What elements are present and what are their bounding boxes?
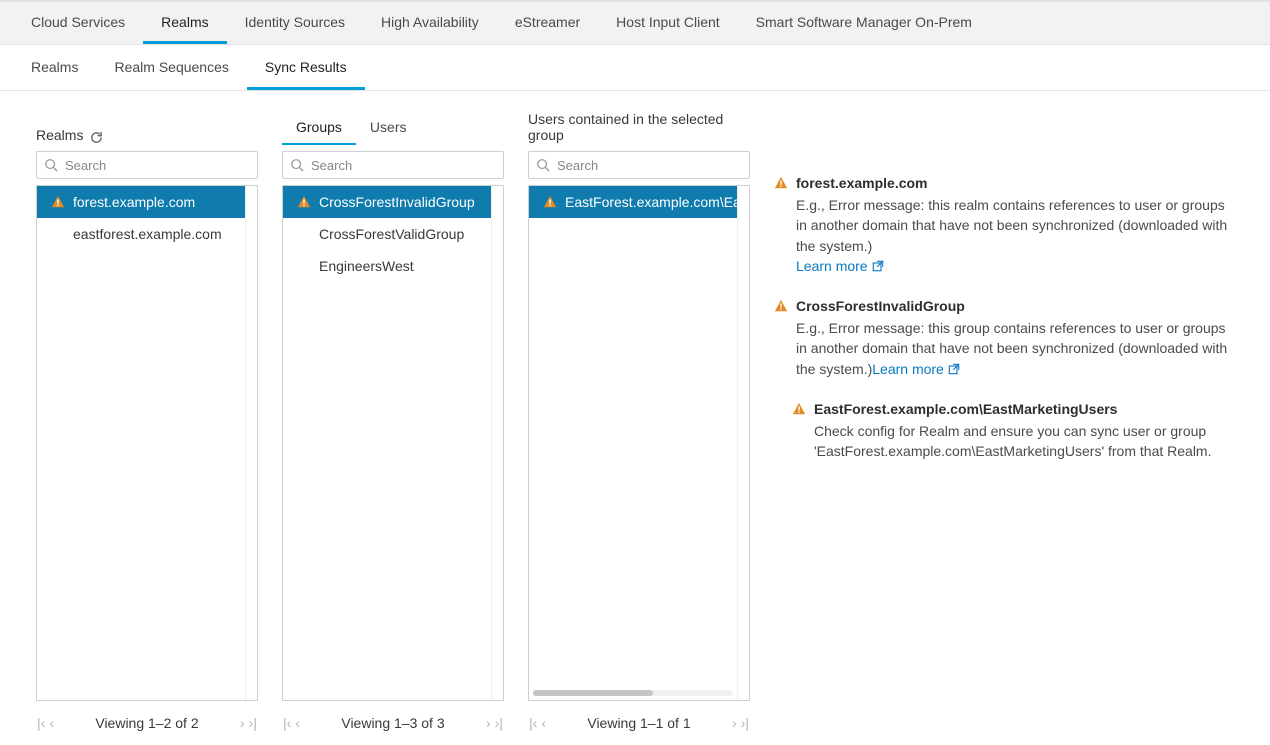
list-item[interactable]: CrossForestInvalidGroup: [283, 186, 491, 218]
warning-icon: [774, 176, 788, 190]
realms-list: forest.example.com eastforest.example.com: [36, 185, 258, 701]
top-tab-identity-sources[interactable]: Identity Sources: [227, 2, 363, 44]
realms-header-label: Realms: [36, 127, 83, 145]
warning-icon: [792, 402, 806, 416]
detail-block: forest.example.com E.g., Error message: t…: [774, 175, 1238, 276]
pager-first-prev[interactable]: |‹‹: [36, 715, 55, 731]
pager-first-prev[interactable]: |‹‹: [528, 715, 547, 731]
detail-block: EastForest.example.com\EastMarketingUser…: [792, 401, 1238, 462]
warning-icon: [51, 195, 65, 209]
learn-more-link[interactable]: Learn more: [872, 359, 960, 379]
sub-tab-realms[interactable]: Realms: [13, 45, 96, 90]
realms-column: Realms forest.example.com eastforest.exam…: [36, 119, 258, 735]
list-item[interactable]: EastForest.example.com\EastMarketingUser…: [529, 186, 737, 218]
detail-title: forest.example.com: [774, 175, 1238, 191]
warning-icon: [297, 195, 311, 209]
users-search-wrap: [528, 151, 750, 179]
pager-next-last[interactable]: ››|: [731, 715, 750, 731]
horizontal-scrollbar[interactable]: [533, 690, 733, 696]
main-content: Realms forest.example.com eastforest.exam…: [0, 91, 1270, 745]
detail-title-text: forest.example.com: [796, 175, 928, 191]
scrollbar[interactable]: [245, 186, 257, 700]
detail-message: E.g., Error message: this group contains…: [796, 318, 1238, 379]
pager-next-last[interactable]: ››|: [239, 715, 258, 731]
detail-title-text: CrossForestInvalidGroup: [796, 298, 965, 314]
detail-block: CrossForestInvalidGroup E.g., Error messa…: [774, 298, 1238, 379]
groups-search-wrap: [282, 151, 504, 179]
users-header: Users contained in the selected group: [528, 119, 750, 145]
users-column: Users contained in the selected group Ea…: [528, 119, 750, 735]
top-tab-high-availability[interactable]: High Availability: [363, 2, 497, 44]
list-item-label: forest.example.com: [73, 194, 195, 210]
search-icon: [290, 158, 304, 172]
secondary-tabs: RealmsRealm SequencesSync Results: [0, 45, 1270, 91]
realms-pager-status: Viewing 1–2 of 2: [95, 715, 198, 731]
scrollbar[interactable]: [491, 186, 503, 700]
primary-tabs: Cloud ServicesRealmsIdentity SourcesHigh…: [0, 0, 1270, 45]
refresh-icon[interactable]: [89, 128, 104, 145]
users-pager: |‹‹ Viewing 1–1 of 1 ››|: [528, 701, 750, 735]
detail-title-text: EastForest.example.com\EastMarketingUser…: [814, 401, 1117, 417]
realms-search-wrap: [36, 151, 258, 179]
groups-column: GroupsUsers CrossForestInvalidGroupCross…: [282, 119, 504, 735]
realms-search-input[interactable]: [36, 151, 258, 179]
users-search-input[interactable]: [528, 151, 750, 179]
realms-header: Realms: [36, 119, 258, 145]
list-item[interactable]: EngineersWest: [283, 250, 491, 282]
learn-more-link[interactable]: Learn more: [796, 256, 884, 276]
detail-message: Check config for Realm and ensure you ca…: [814, 421, 1238, 462]
sub-tab-realm-sequences[interactable]: Realm Sequences: [96, 45, 246, 90]
external-link-icon: [948, 363, 960, 375]
top-tab-cloud-services[interactable]: Cloud Services: [13, 2, 143, 44]
list-item[interactable]: forest.example.com: [37, 186, 245, 218]
scrollbar[interactable]: [737, 186, 749, 700]
list-item-label: CrossForestInvalidGroup: [319, 194, 475, 210]
search-icon: [536, 158, 550, 172]
top-tab-host-input-client[interactable]: Host Input Client: [598, 2, 738, 44]
detail-message: E.g., Error message: this realm contains…: [796, 195, 1238, 276]
inner-tab-users[interactable]: Users: [356, 119, 421, 145]
top-tab-realms[interactable]: Realms: [143, 2, 226, 44]
list-item-label: EngineersWest: [319, 258, 414, 274]
realms-pager: |‹‹ Viewing 1–2 of 2 ››|: [36, 701, 258, 735]
groups-pager-status: Viewing 1–3 of 3: [341, 715, 444, 731]
details-panel: forest.example.com E.g., Error message: t…: [774, 119, 1246, 484]
pager-next-last[interactable]: ››|: [485, 715, 504, 731]
groups-pager: |‹‹ Viewing 1–3 of 3 ››|: [282, 701, 504, 735]
warning-icon: [774, 299, 788, 313]
list-item[interactable]: eastforest.example.com: [37, 218, 245, 250]
users-header-label: Users contained in the selected group: [528, 111, 750, 145]
list-item[interactable]: CrossForestValidGroup: [283, 218, 491, 250]
pager-first-prev[interactable]: |‹‹: [282, 715, 301, 731]
inner-tab-groups[interactable]: Groups: [282, 119, 356, 145]
groups-list: CrossForestInvalidGroup CrossForestValidG…: [282, 185, 504, 701]
search-icon: [44, 158, 58, 172]
list-item-label: EastForest.example.com\EastMarketingUser…: [565, 194, 737, 210]
detail-title: EastForest.example.com\EastMarketingUser…: [792, 401, 1238, 417]
list-item-label: CrossForestValidGroup: [319, 226, 464, 242]
list-item-label: eastforest.example.com: [73, 226, 222, 242]
users-pager-status: Viewing 1–1 of 1: [587, 715, 690, 731]
groups-inner-tabs: GroupsUsers: [282, 119, 504, 145]
warning-icon: [543, 195, 557, 209]
sub-tab-sync-results[interactable]: Sync Results: [247, 45, 365, 90]
users-list: EastForest.example.com\EastMarketingUser…: [528, 185, 750, 701]
top-tab-smart-software-manager-on-prem[interactable]: Smart Software Manager On-Prem: [738, 2, 990, 44]
groups-search-input[interactable]: [282, 151, 504, 179]
detail-title: CrossForestInvalidGroup: [774, 298, 1238, 314]
top-tab-estreamer[interactable]: eStreamer: [497, 2, 598, 44]
external-link-icon: [872, 260, 884, 272]
